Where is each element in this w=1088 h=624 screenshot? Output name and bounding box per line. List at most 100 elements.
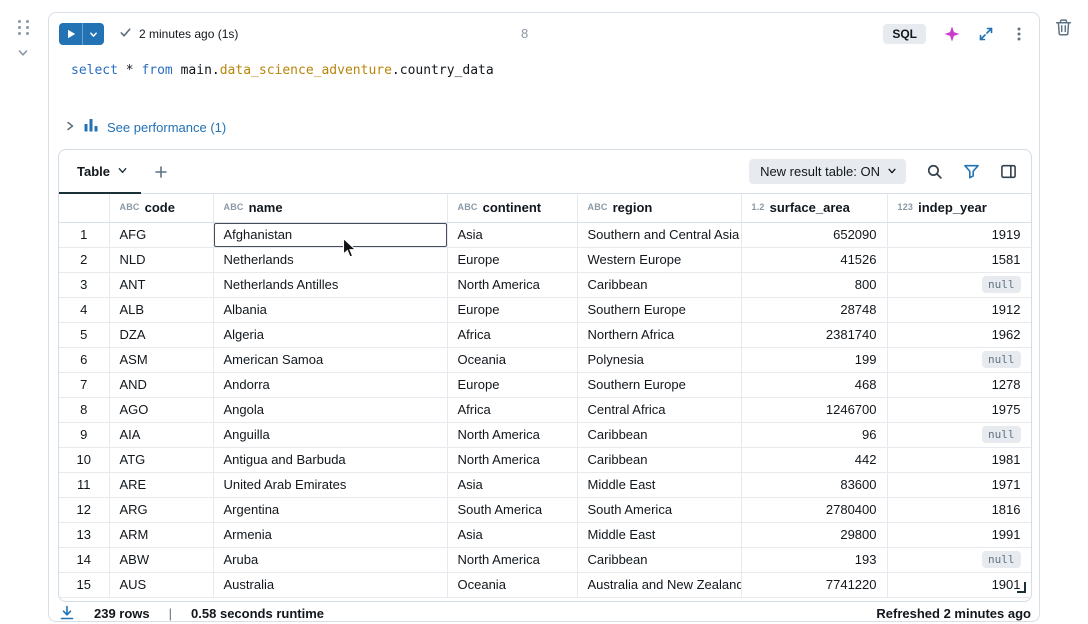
- table-cell[interactable]: 1901: [887, 572, 1031, 597]
- table-cell[interactable]: null: [887, 547, 1031, 572]
- table-cell[interactable]: Southern and Central Asia: [577, 222, 741, 247]
- table-cell[interactable]: Australia: [213, 572, 447, 597]
- table-cell[interactable]: Antigua and Barbuda: [213, 447, 447, 472]
- table-cell[interactable]: 7741220: [741, 572, 887, 597]
- table-cell[interactable]: ASM: [109, 347, 213, 372]
- table-cell[interactable]: Africa: [447, 397, 577, 422]
- row-number[interactable]: 5: [59, 322, 109, 347]
- run-button[interactable]: [59, 23, 104, 45]
- search-icon[interactable]: [926, 163, 943, 180]
- table-cell[interactable]: Anguilla: [213, 422, 447, 447]
- table-cell[interactable]: 1971: [887, 472, 1031, 497]
- table-cell[interactable]: 199: [741, 347, 887, 372]
- collapse-cell-chevron-icon[interactable]: [16, 46, 30, 65]
- row-number[interactable]: 3: [59, 272, 109, 297]
- table-cell[interactable]: Africa: [447, 322, 577, 347]
- table-cell[interactable]: 442: [741, 447, 887, 472]
- table-cell[interactable]: Afghanistan: [213, 222, 447, 247]
- table-cell[interactable]: Caribbean: [577, 422, 741, 447]
- download-icon[interactable]: [59, 605, 75, 621]
- table-cell[interactable]: Middle East: [577, 472, 741, 497]
- table-cell[interactable]: 800: [741, 272, 887, 297]
- column-header-indep_year[interactable]: 123indep_year: [887, 194, 1031, 222]
- table-cell[interactable]: Aruba: [213, 547, 447, 572]
- run-options-chevron-icon[interactable]: [83, 30, 104, 39]
- table-cell[interactable]: ARM: [109, 522, 213, 547]
- drag-handle-icon[interactable]: [17, 19, 30, 36]
- corner-header-cell[interactable]: [59, 194, 109, 222]
- expand-fullscreen-icon[interactable]: [978, 26, 994, 42]
- table-cell[interactable]: Southern Europe: [577, 372, 741, 397]
- table-cell[interactable]: ATG: [109, 447, 213, 472]
- column-header-continent[interactable]: ABCcontinent: [447, 194, 577, 222]
- table-cell[interactable]: American Samoa: [213, 347, 447, 372]
- row-number[interactable]: 7: [59, 372, 109, 397]
- table-cell[interactable]: Netherlands Antilles: [213, 272, 447, 297]
- row-number[interactable]: 14: [59, 547, 109, 572]
- table-cell[interactable]: Southern Europe: [577, 297, 741, 322]
- table-cell[interactable]: 2780400: [741, 497, 887, 522]
- table-cell[interactable]: 1991: [887, 522, 1031, 547]
- column-header-code[interactable]: ABCcode: [109, 194, 213, 222]
- row-number[interactable]: 4: [59, 297, 109, 322]
- table-cell[interactable]: 1975: [887, 397, 1031, 422]
- table-cell[interactable]: 1278: [887, 372, 1031, 397]
- column-header-surface_area[interactable]: 1.2surface_area: [741, 194, 887, 222]
- row-number[interactable]: 6: [59, 347, 109, 372]
- row-number[interactable]: 1: [59, 222, 109, 247]
- table-cell[interactable]: ALB: [109, 297, 213, 322]
- table-cell[interactable]: Albania: [213, 297, 447, 322]
- row-number[interactable]: 8: [59, 397, 109, 422]
- row-number[interactable]: 9: [59, 422, 109, 447]
- table-cell[interactable]: Andorra: [213, 372, 447, 397]
- table-cell[interactable]: NLD: [109, 247, 213, 272]
- table-cell[interactable]: 1912: [887, 297, 1031, 322]
- table-cell[interactable]: United Arab Emirates: [213, 472, 447, 497]
- table-cell[interactable]: 29800: [741, 522, 887, 547]
- row-number[interactable]: 11: [59, 472, 109, 497]
- see-performance-link[interactable]: See performance (1): [107, 120, 226, 135]
- table-cell[interactable]: Asia: [447, 472, 577, 497]
- new-result-table-dropdown[interactable]: New result table: ON: [749, 159, 906, 184]
- table-cell[interactable]: 1246700: [741, 397, 887, 422]
- table-cell[interactable]: Caribbean: [577, 272, 741, 297]
- table-cell[interactable]: 1816: [887, 497, 1031, 522]
- table-cell[interactable]: 28748: [741, 297, 887, 322]
- table-cell[interactable]: 1981: [887, 447, 1031, 472]
- row-number[interactable]: 10: [59, 447, 109, 472]
- table-cell[interactable]: 468: [741, 372, 887, 397]
- add-result-tab-button[interactable]: [154, 165, 168, 179]
- table-cell[interactable]: Asia: [447, 522, 577, 547]
- column-header-region[interactable]: ABCregion: [577, 194, 741, 222]
- table-cell[interactable]: AGO: [109, 397, 213, 422]
- table-cell[interactable]: ARG: [109, 497, 213, 522]
- table-cell[interactable]: null: [887, 272, 1031, 297]
- table-cell[interactable]: North America: [447, 547, 577, 572]
- table-cell[interactable]: DZA: [109, 322, 213, 347]
- table-cell[interactable]: Europe: [447, 247, 577, 272]
- table-cell[interactable]: AFG: [109, 222, 213, 247]
- table-cell[interactable]: Argentina: [213, 497, 447, 522]
- tab-table[interactable]: Table: [59, 150, 141, 194]
- table-cell[interactable]: Western Europe: [577, 247, 741, 272]
- assistant-sparkle-icon[interactable]: [943, 25, 961, 43]
- table-cell[interactable]: Northern Africa: [577, 322, 741, 347]
- table-cell[interactable]: Netherlands: [213, 247, 447, 272]
- table-cell[interactable]: ANT: [109, 272, 213, 297]
- table-cell[interactable]: 1919: [887, 222, 1031, 247]
- table-cell[interactable]: null: [887, 422, 1031, 447]
- row-number[interactable]: 13: [59, 522, 109, 547]
- filter-icon[interactable]: [963, 163, 980, 180]
- see-performance-row[interactable]: See performance (1): [64, 118, 226, 137]
- kebab-menu-icon[interactable]: [1011, 26, 1027, 42]
- table-cell[interactable]: 1962: [887, 322, 1031, 347]
- row-number[interactable]: 2: [59, 247, 109, 272]
- row-number[interactable]: 12: [59, 497, 109, 522]
- chevron-down-icon[interactable]: [117, 164, 128, 179]
- table-cell[interactable]: AND: [109, 372, 213, 397]
- table-cell[interactable]: 1581: [887, 247, 1031, 272]
- table-cell[interactable]: Polynesia: [577, 347, 741, 372]
- row-number[interactable]: 15: [59, 572, 109, 597]
- table-cell[interactable]: North America: [447, 272, 577, 297]
- table-cell[interactable]: 652090: [741, 222, 887, 247]
